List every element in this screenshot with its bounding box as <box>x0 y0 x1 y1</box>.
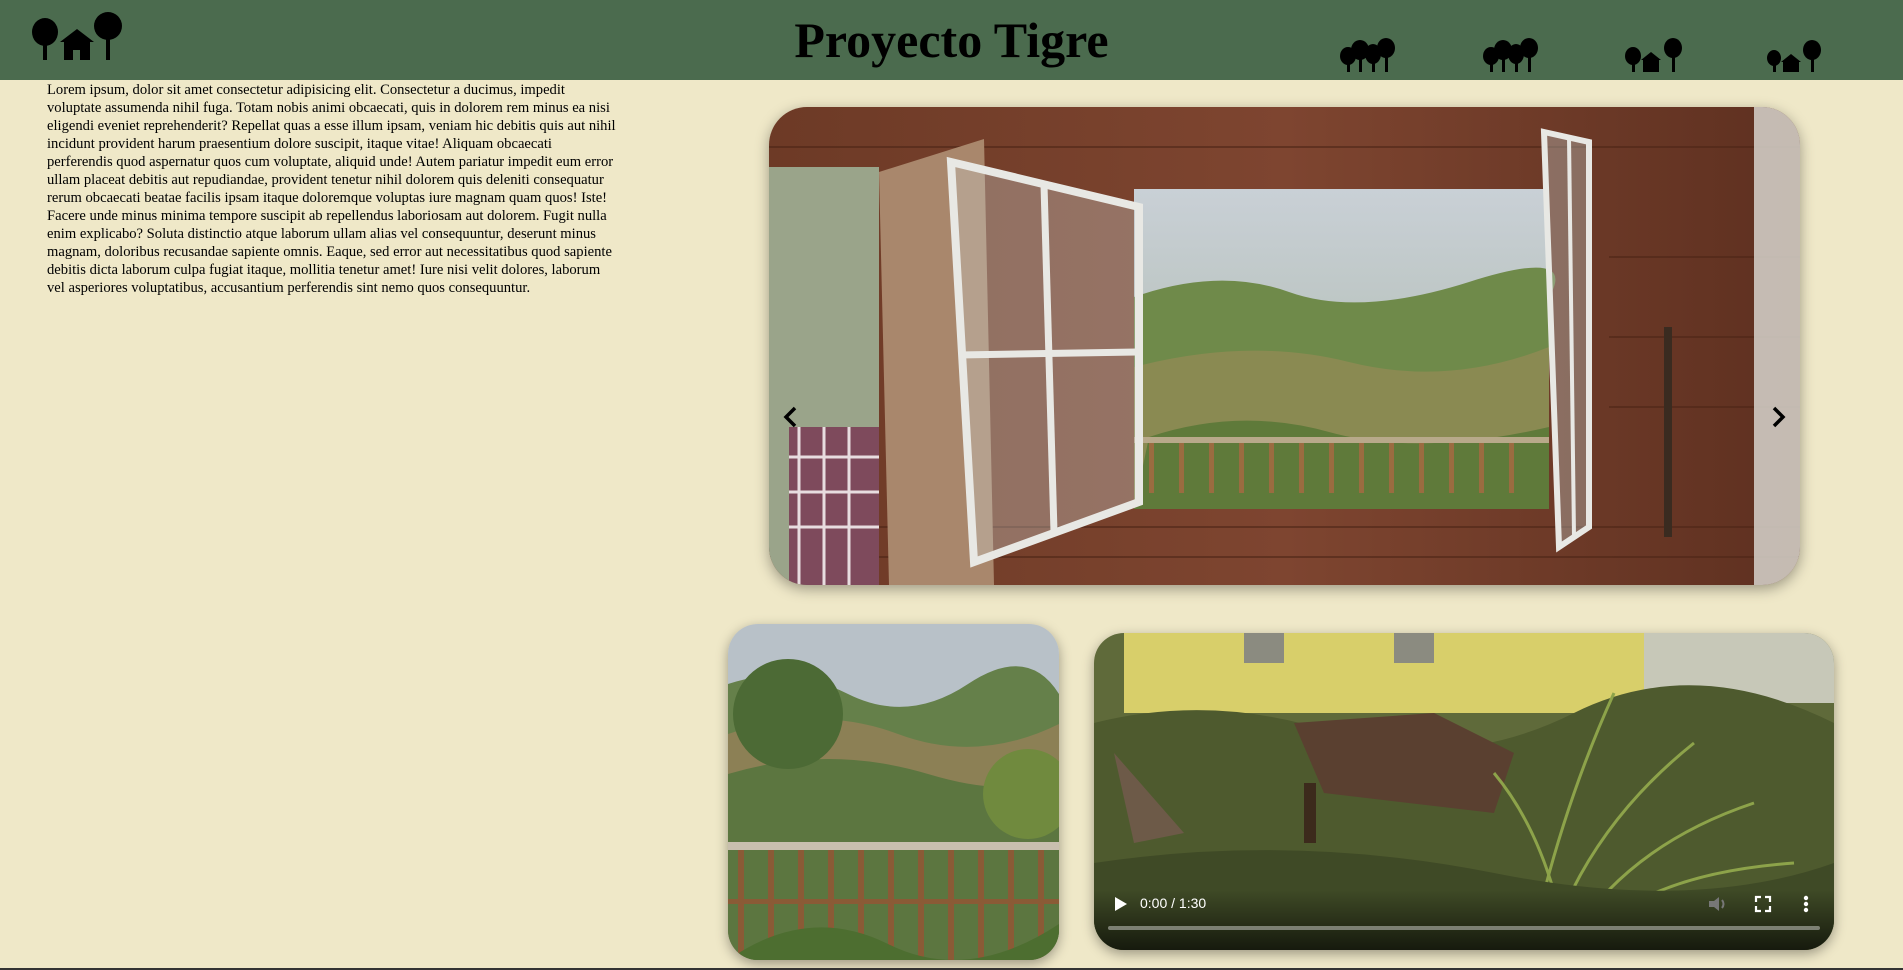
trees-and-house-icon[interactable] <box>1623 36 1683 72</box>
site-header: Proyecto Tigre <box>0 0 1903 80</box>
more-vertical-icon[interactable] <box>1798 893 1814 915</box>
cabin-window-photo <box>769 107 1800 585</box>
video-time: 0:00 / 1:30 <box>1140 895 1207 911</box>
forest-icon[interactable] <box>1338 36 1398 72</box>
video-player[interactable]: 0:00 / 1:30 <box>1094 633 1834 950</box>
intro-paragraph: Lorem ipsum, dolor sit amet consectetur … <box>47 82 616 296</box>
volume-icon[interactable] <box>1706 893 1728 915</box>
trees-and-house-icon[interactable] <box>1765 36 1825 72</box>
site-title: Proyecto Tigre <box>794 12 1109 68</box>
photo-carousel <box>769 107 1800 585</box>
garden-photo <box>728 624 1059 960</box>
play-icon[interactable] <box>1110 894 1130 914</box>
fullscreen-icon[interactable] <box>1752 893 1774 915</box>
chevron-left-icon[interactable] <box>773 399 809 435</box>
forest-icon[interactable] <box>1481 36 1541 72</box>
video-progress-bar[interactable] <box>1108 926 1820 930</box>
chevron-right-icon[interactable] <box>1760 399 1796 435</box>
